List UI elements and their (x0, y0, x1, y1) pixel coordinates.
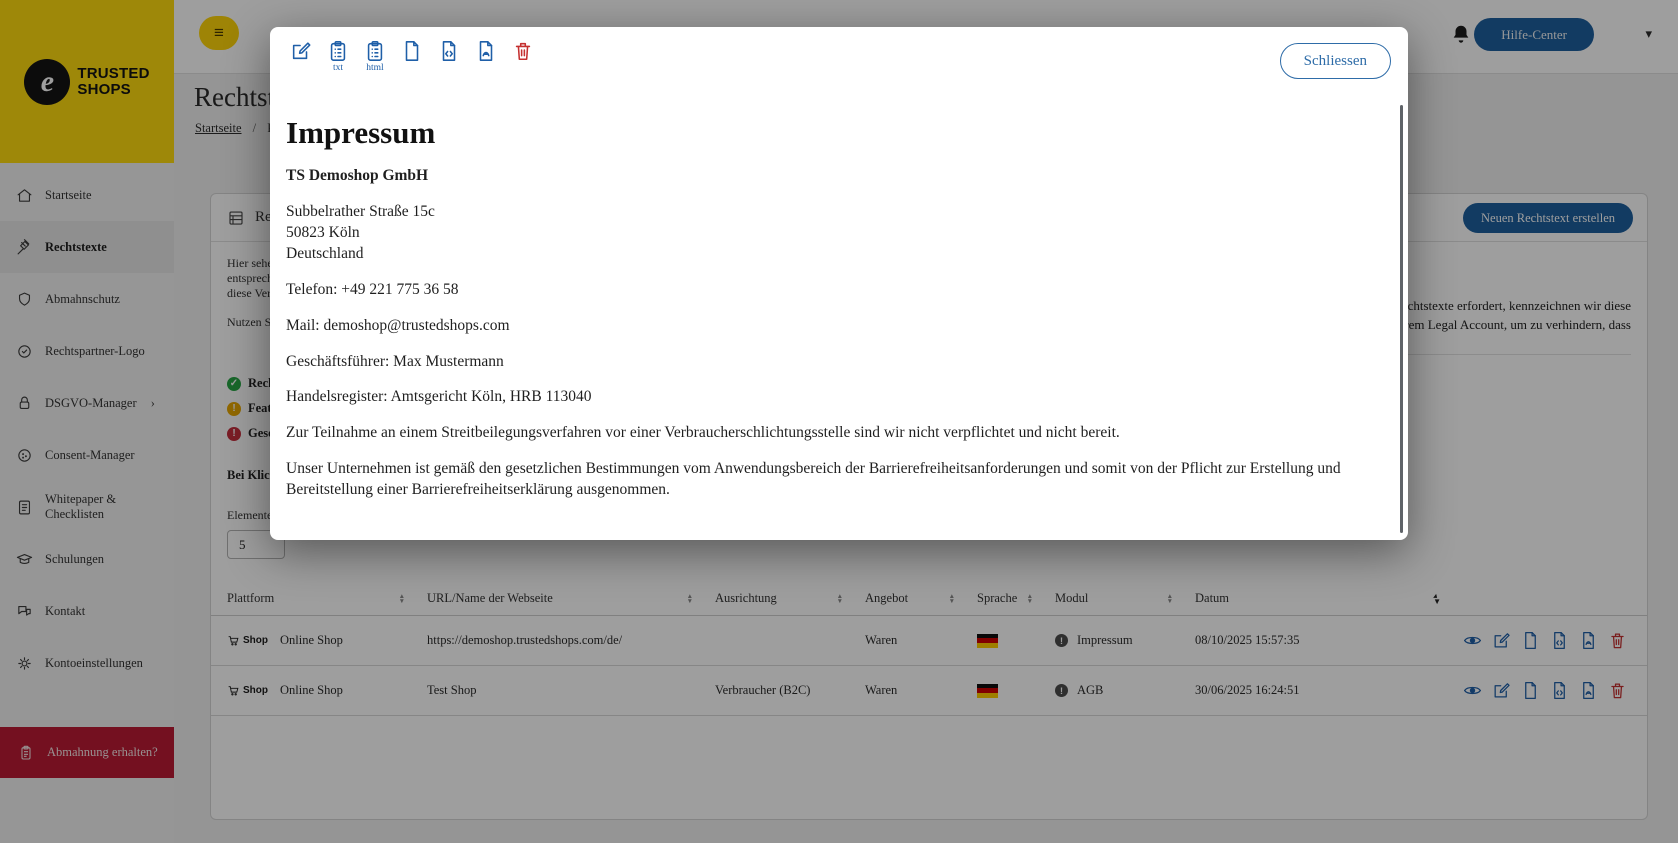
impressum-title: Impressum (286, 115, 1364, 151)
file-pdf-icon (475, 40, 497, 62)
trash-icon (512, 40, 534, 62)
accessibility-paragraph: Unser Unternehmen ist gemäß den gesetzli… (286, 459, 1364, 501)
company-address: Subbelrather Straße 15c 50823 Köln Deuts… (286, 202, 1364, 265)
impressum-modal: txt html Schliessen Impressum TS Demosho… (270, 27, 1408, 540)
edit-icon (290, 40, 312, 62)
delete-rechtstext-button[interactable] (510, 40, 536, 73)
modal-scrollbar[interactable] (1400, 105, 1403, 533)
company-name: TS Demoshop GmbH (286, 166, 1364, 187)
dispute-paragraph: Zur Teilnahme an einem Streitbeilegungsv… (286, 423, 1364, 444)
file-icon (401, 40, 423, 62)
mail-line: Mail: demoshop@trustedshops.com (286, 316, 1364, 337)
clipboard-icon (327, 40, 349, 62)
clipboard-icon (364, 40, 386, 62)
copy-txt-button[interactable]: txt (325, 40, 351, 73)
impressum-content: Impressum TS Demoshop GmbH Subbelrather … (286, 97, 1364, 530)
edit-rechtstext-button[interactable] (288, 40, 314, 73)
copy-txt-label: txt (333, 63, 343, 73)
file-code-icon (438, 40, 460, 62)
modal-toolbar: txt html (288, 40, 536, 73)
download-docx-button[interactable] (399, 40, 425, 73)
ceo-line: Geschäftsführer: Max Mustermann (286, 352, 1364, 373)
phone-line: Telefon: +49 221 775 36 58 (286, 280, 1364, 301)
download-html-button[interactable] (436, 40, 462, 73)
app-screen: e TRUSTED SHOPS Startseite Rechtstexte A… (0, 0, 1678, 843)
close-modal-button[interactable]: Schliessen (1280, 43, 1391, 79)
copy-html-label: html (366, 63, 383, 73)
download-pdf-button[interactable] (473, 40, 499, 73)
copy-html-button[interactable]: html (362, 40, 388, 73)
register-line: Handelsregister: Amtsgericht Köln, HRB 1… (286, 387, 1364, 408)
